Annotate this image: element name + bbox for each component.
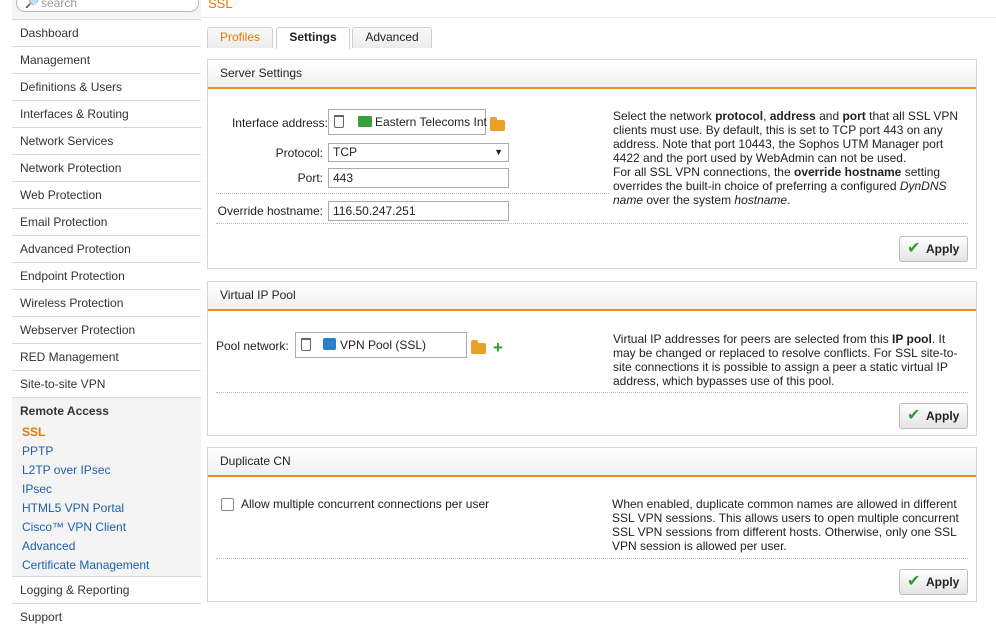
search-icon: 🔎 — [25, 0, 39, 9]
virtual-ip-pool-help: Virtual IP addresses for peers are selec… — [613, 332, 958, 388]
interface-address-field[interactable]: Eastern Telecoms Int — [328, 109, 487, 135]
check-icon: ✔ — [907, 407, 921, 424]
section-divider — [216, 392, 968, 393]
sidebar-item-dashboard[interactable]: Dashboard — [12, 19, 201, 46]
apply-button-virtual-ip-pool[interactable]: ✔ Apply — [899, 403, 968, 429]
duplicate-cn-title: Duplicate CN — [208, 448, 976, 477]
sidebar: 🔎 search Dashboard Management Definition… — [12, 0, 201, 625]
plus-icon[interactable]: + — [493, 339, 503, 356]
network-pool-icon — [323, 338, 336, 350]
protocol-label: Protocol: — [275, 146, 323, 160]
section-divider — [216, 558, 968, 559]
sidebar-subitem-l2tp[interactable]: L2TP over IPsec — [22, 461, 111, 480]
sidebar-item-wireless-protection[interactable]: Wireless Protection — [12, 289, 201, 316]
sidebar-item-interfaces-routing[interactable]: Interfaces & Routing — [12, 100, 201, 127]
trash-icon[interactable] — [334, 115, 344, 128]
sidebar-subitem-cisco-vpn-client[interactable]: Cisco™ VPN Client — [22, 518, 126, 537]
page-title: SSL — [208, 0, 233, 11]
server-settings-title: Server Settings — [208, 60, 976, 89]
tab-settings[interactable]: Settings — [276, 27, 350, 49]
sidebar-item-site-to-site-vpn[interactable]: Site-to-site VPN — [12, 370, 201, 397]
sidebar-item-definitions-users[interactable]: Definitions & Users — [12, 73, 201, 100]
sidebar-subitem-certificate-management[interactable]: Certificate Management — [22, 556, 149, 575]
protocol-value: TCP — [333, 145, 357, 159]
sidebar-item-logging-reporting[interactable]: Logging & Reporting — [12, 576, 201, 603]
folder-icon[interactable] — [471, 340, 486, 354]
duplicate-cn-help: When enabled, duplicate common names are… — [612, 497, 959, 553]
interface-address-label: Interface address: — [231, 116, 328, 130]
sidebar-subitem-pptp[interactable]: PPTP — [22, 442, 53, 461]
sidebar-item-network-protection[interactable]: Network Protection — [12, 154, 201, 181]
sidebar-item-management[interactable]: Management — [12, 46, 201, 73]
allow-multiple-connections-label[interactable]: Allow multiple concurrent connections pe… — [241, 497, 489, 511]
trash-icon[interactable] — [301, 338, 311, 351]
sidebar-subitem-html5-vpn-portal[interactable]: HTML5 VPN Portal — [22, 499, 124, 518]
folder-icon[interactable] — [490, 117, 505, 131]
apply-button-server-settings[interactable]: ✔ Apply — [899, 236, 968, 262]
pool-network-label: Pool network: — [216, 339, 289, 353]
check-icon: ✔ — [907, 240, 921, 257]
allow-multiple-connections-checkbox[interactable] — [221, 498, 234, 511]
port-label: Port: — [297, 171, 323, 185]
check-icon: ✔ — [907, 573, 921, 590]
server-settings-panel: Server Settings Interface address: Easte… — [207, 59, 977, 269]
server-settings-help: Select the network protocol, address and… — [613, 109, 959, 207]
dropdown-arrow-icon: ▼ — [494, 147, 503, 157]
pool-network-value: VPN Pool (SSL) — [340, 338, 427, 352]
duplicate-cn-panel: Duplicate CN Allow multiple concurrent c… — [207, 447, 977, 602]
sidebar-subitem-ipsec[interactable]: IPsec — [22, 480, 52, 499]
sidebar-item-support[interactable]: Support — [12, 603, 201, 625]
field-divider — [216, 193, 609, 194]
protocol-select[interactable]: TCP ▼ — [328, 143, 509, 162]
override-hostname-input[interactable]: 116.50.247.251 — [328, 201, 509, 221]
override-hostname-label: Override hostname: — [217, 204, 323, 218]
sidebar-item-advanced-protection[interactable]: Advanced Protection — [12, 235, 201, 262]
tab-advanced[interactable]: Advanced — [352, 27, 432, 48]
sidebar-item-red-management[interactable]: RED Management — [12, 343, 201, 370]
sidebar-item-endpoint-protection[interactable]: Endpoint Protection — [12, 262, 201, 289]
apply-button-duplicate-cn[interactable]: ✔ Apply — [899, 569, 968, 595]
section-divider — [216, 223, 968, 224]
virtual-ip-pool-panel: Virtual IP Pool Pool network: VPN Pool (… — [207, 281, 977, 436]
pool-network-field[interactable]: VPN Pool (SSL) — [295, 332, 467, 358]
search-input[interactable]: 🔎 search — [16, 0, 199, 12]
sidebar-subitem-ssl[interactable]: SSL — [22, 423, 45, 442]
tab-profiles[interactable]: Profiles — [207, 27, 273, 48]
header-divider — [201, 17, 996, 18]
port-input[interactable]: 443 — [328, 168, 509, 188]
sidebar-item-web-protection[interactable]: Web Protection — [12, 181, 201, 208]
sidebar-item-webserver-protection[interactable]: Webserver Protection — [12, 316, 201, 343]
sidebar-group-label: Remote Access — [20, 404, 109, 418]
virtual-ip-pool-title: Virtual IP Pool — [208, 282, 976, 311]
network-flag-icon — [358, 116, 372, 127]
sidebar-subitem-advanced[interactable]: Advanced — [22, 537, 75, 556]
sidebar-item-email-protection[interactable]: Email Protection — [12, 208, 201, 235]
interface-address-value: Eastern Telecoms Int — [375, 115, 487, 129]
sidebar-item-network-services[interactable]: Network Services — [12, 127, 201, 154]
search-placeholder: search — [41, 0, 78, 10]
